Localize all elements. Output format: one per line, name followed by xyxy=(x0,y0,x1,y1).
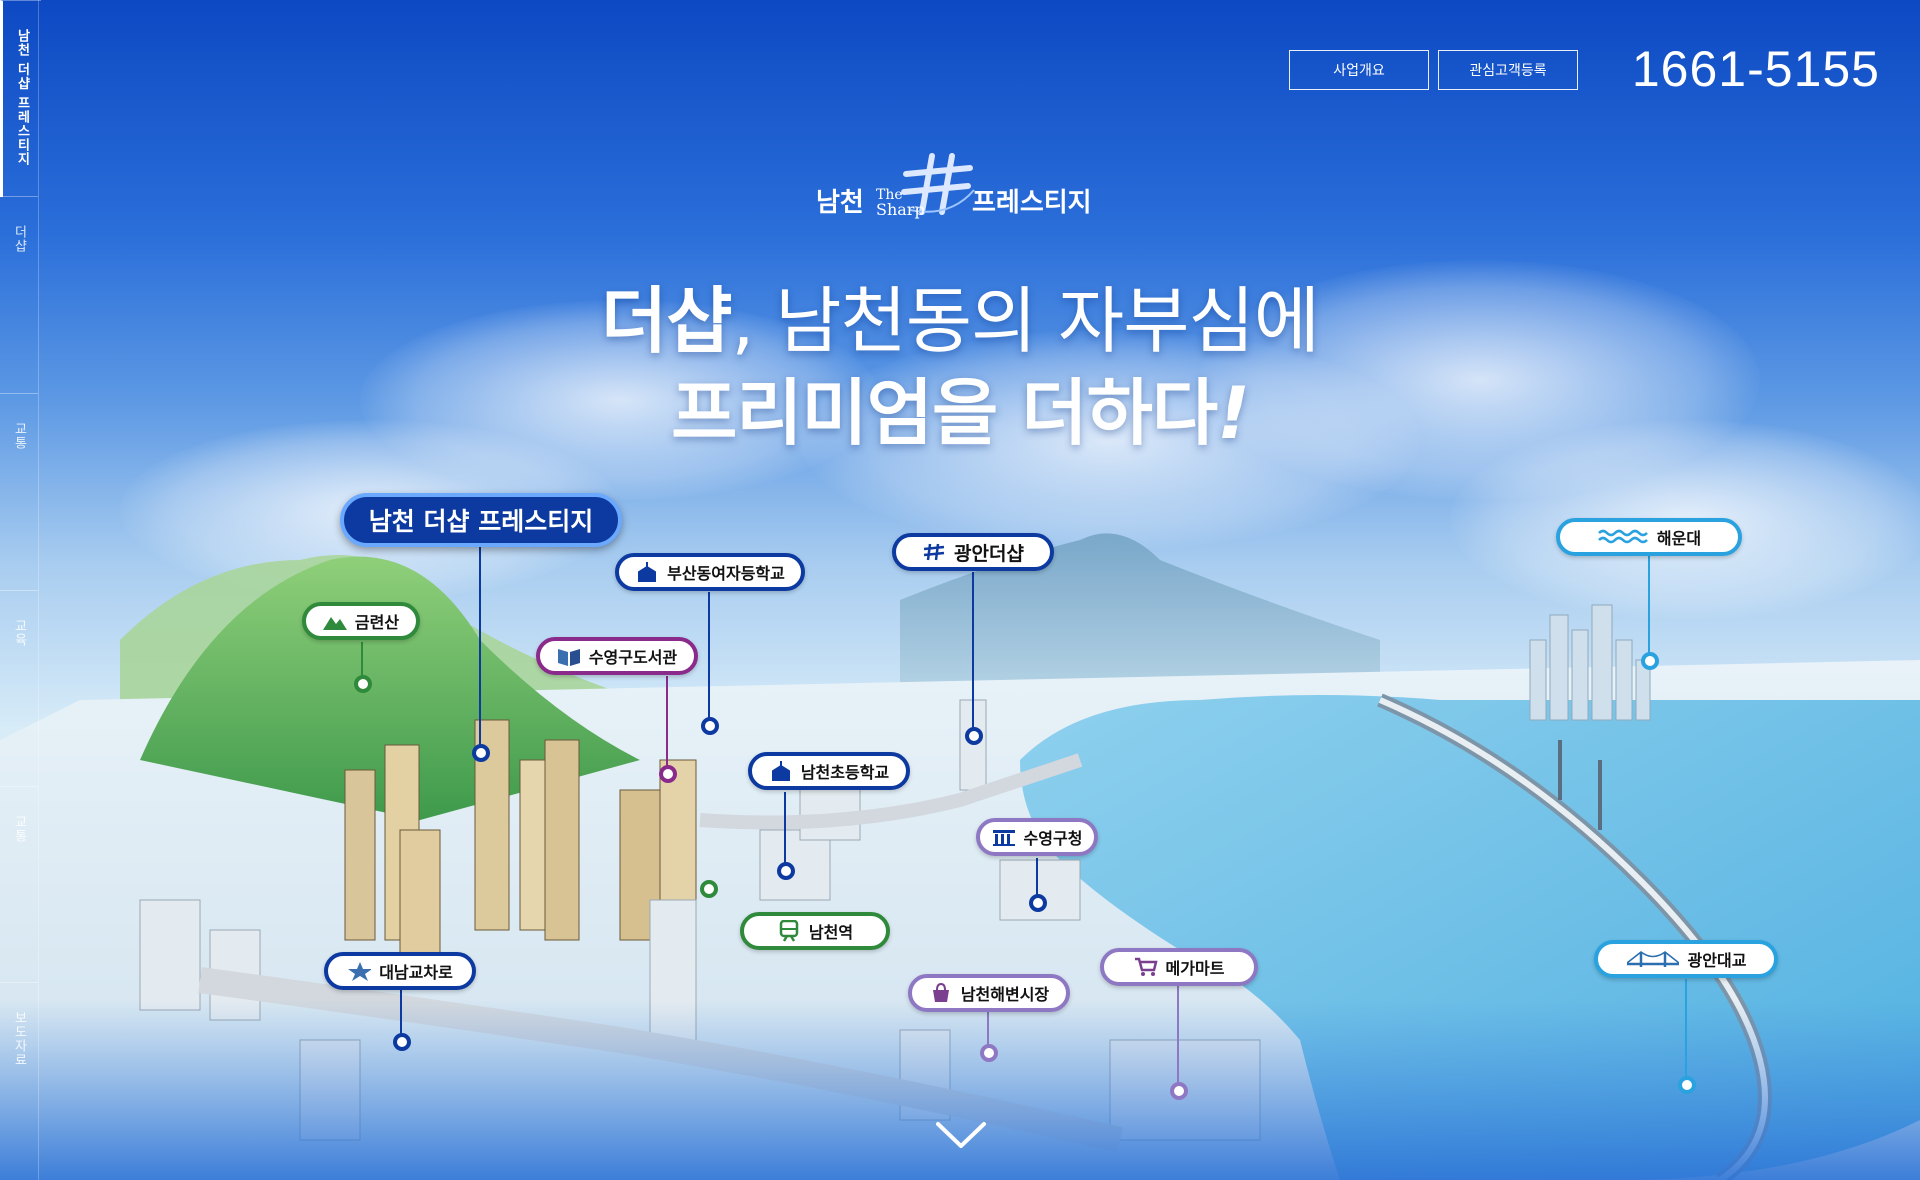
map-pin xyxy=(472,744,490,762)
map-label-suyeong-library[interactable]: 수영구도서관 xyxy=(536,637,698,675)
building-icon xyxy=(992,827,1016,847)
school-icon xyxy=(769,761,793,781)
map-label-megamart[interactable]: 메가마트 xyxy=(1100,948,1258,986)
map-pin xyxy=(354,675,372,693)
map-pin xyxy=(1029,894,1047,912)
map-label-namcheon-market[interactable]: 남천해변시장 xyxy=(908,974,1070,1012)
map-label-namcheon-station[interactable]: 남천역 xyxy=(740,912,890,950)
sidenav-label: 남천 더샵 프레스티지 xyxy=(14,29,30,167)
map-pin xyxy=(1170,1082,1188,1100)
map-pin xyxy=(700,880,718,898)
headline-emphasis: 더샵 xyxy=(600,279,732,363)
sidenav-item-home[interactable]: 남천 더샵 프레스티지 xyxy=(0,0,41,197)
map-label-main[interactable]: 남천 더샵 프레스티지 xyxy=(340,493,622,547)
sidenav-item-press[interactable]: 보도자료 xyxy=(0,982,38,1179)
label-text: 수영구청 xyxy=(1023,829,1083,848)
map-label-gwangan-thesharp[interactable]: 광안더샵 xyxy=(892,533,1054,571)
map-pin xyxy=(1641,652,1659,670)
sidenav-label: 교통 xyxy=(11,815,27,843)
sidenav-label: 보도자료 xyxy=(11,1011,27,1067)
mountain-icon xyxy=(322,611,347,631)
sidenav-label: 교육 xyxy=(11,619,27,647)
hero-section: 남천 더샵 프레스티지 금련산 부산동여자등학교 수영구도서관 광안더샵 남천초… xyxy=(0,0,1920,1180)
map-label-namcheon-elem[interactable]: 남천초등학교 xyxy=(748,752,910,790)
map-pin xyxy=(777,862,795,880)
sharp-logo-icon xyxy=(922,542,946,562)
chevron-down-icon[interactable] xyxy=(935,1118,987,1152)
label-text: 광안더샵 xyxy=(954,542,1024,565)
label-text: 해운대 xyxy=(1656,529,1702,548)
star-icon xyxy=(347,961,372,981)
label-text: 광안대교 xyxy=(1687,951,1747,970)
map-pin xyxy=(393,1033,411,1051)
cart-icon xyxy=(1134,957,1158,977)
logo-text-left: 남천 xyxy=(816,188,864,218)
brand-logo[interactable]: 남천 The Sharp 프레스티지 xyxy=(810,150,1110,230)
map-label-busan-girls-hs[interactable]: 부산동여자등학교 xyxy=(615,553,805,591)
label-text: 대남교차로 xyxy=(379,963,453,982)
label-text: 부산동여자등학교 xyxy=(667,564,785,583)
headline-line2: 프리미엄을 더하다! xyxy=(0,354,1920,459)
label-text: 금련산 xyxy=(354,613,400,632)
leader-line xyxy=(708,592,710,722)
leader-line xyxy=(479,547,481,747)
headline-text: 프리미엄을 더하다 xyxy=(671,371,1218,455)
leader-line xyxy=(1177,985,1179,1085)
leader-line xyxy=(972,572,974,732)
label-text: 메가마트 xyxy=(1165,959,1225,978)
register-button[interactable]: 관심고객등록 xyxy=(1438,50,1578,90)
label-text: 남천초등학교 xyxy=(800,763,890,782)
overview-button[interactable]: 사업개요 xyxy=(1289,50,1429,90)
headline-text: , 남천동의 자부심에 xyxy=(731,279,1320,363)
leader-line xyxy=(784,792,786,867)
school-icon xyxy=(635,562,659,582)
sidenav-item-transport-2[interactable]: 교통 xyxy=(0,786,38,983)
label-text: 남천역 xyxy=(808,923,854,942)
logo-text-right: 프레스티지 xyxy=(972,188,1092,218)
leader-line xyxy=(1648,556,1650,656)
train-icon xyxy=(777,920,801,942)
map-pin xyxy=(659,765,677,783)
map-label-geumnyeonsan[interactable]: 금련산 xyxy=(302,602,420,640)
bridge-icon xyxy=(1626,949,1680,969)
logo-sharp: Sharp xyxy=(876,200,925,219)
map-pin xyxy=(1678,1076,1696,1094)
map-pin xyxy=(980,1044,998,1062)
bag-icon xyxy=(929,983,953,1003)
headline-line1: 더샵, 남천동의 자부심에 xyxy=(0,262,1920,367)
phone-number[interactable]: 1661-5155 xyxy=(1620,40,1880,100)
leader-line xyxy=(1685,979,1687,1079)
leader-line xyxy=(1036,858,1038,898)
label-text: 수영구도서관 xyxy=(588,648,678,667)
map-label-daenamgyocharo[interactable]: 대남교차로 xyxy=(324,952,476,990)
map-label-suyeong-office[interactable]: 수영구청 xyxy=(976,818,1098,856)
sidenav-item-education[interactable]: 교육 xyxy=(0,590,38,787)
map-pin xyxy=(701,717,719,735)
map-label-haeundae[interactable]: 해운대 xyxy=(1556,518,1742,556)
map-pin xyxy=(965,727,983,745)
leader-line xyxy=(666,676,668,769)
headline-exclamation: ! xyxy=(1217,371,1250,455)
map-label-gwangan-bridge[interactable]: 광안대교 xyxy=(1594,940,1778,978)
wave-icon xyxy=(1597,527,1649,547)
book-icon xyxy=(557,646,581,666)
label-text: 남천해변시장 xyxy=(960,985,1050,1004)
side-navigation: 남천 더샵 프레스티지 더샵 교통 교육 교통 보도자료 xyxy=(0,0,41,1180)
